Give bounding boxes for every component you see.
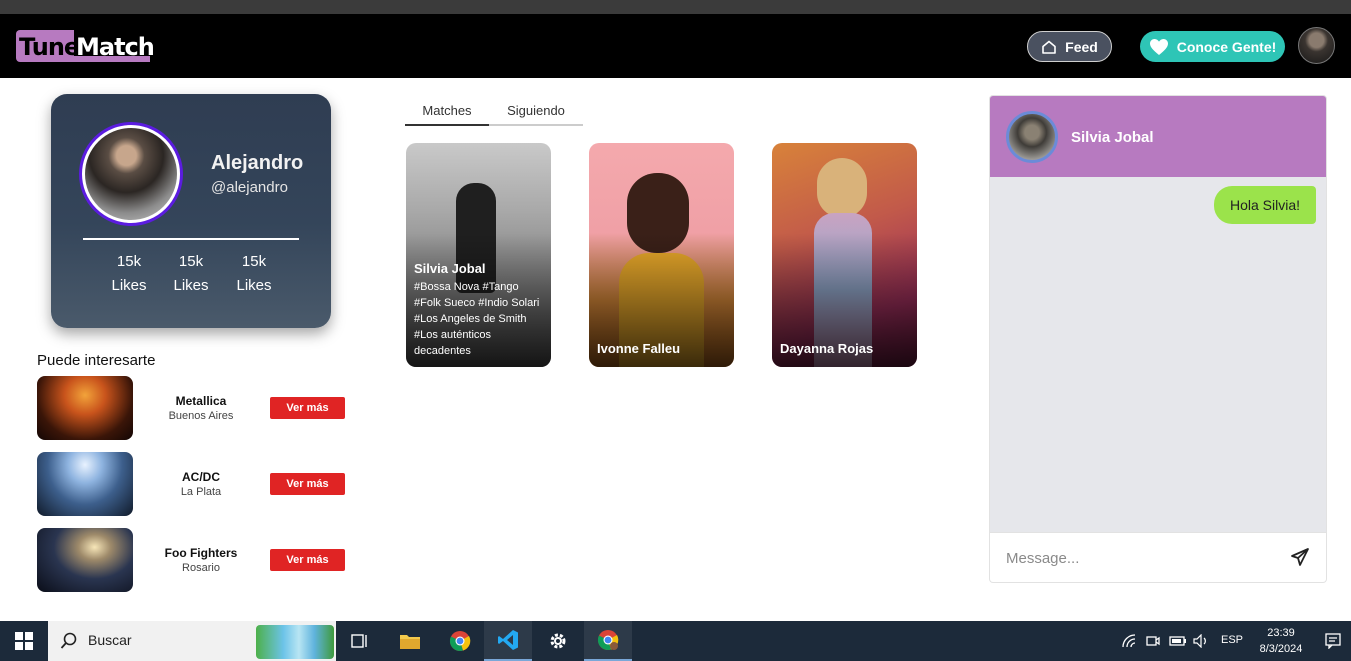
- chrome-icon: [597, 630, 619, 650]
- chrome-button[interactable]: [436, 621, 484, 661]
- chat-contact-avatar[interactable]: [1006, 111, 1058, 163]
- send-icon[interactable]: [1290, 547, 1310, 567]
- heart-icon: [1149, 38, 1168, 55]
- match-name: Dayanna Rojas: [780, 341, 874, 356]
- profile-avatar[interactable]: [79, 122, 183, 226]
- camera-icon[interactable]: [1146, 634, 1160, 648]
- chat-contact-name: Silvia Jobal: [1071, 129, 1154, 146]
- concert-image: [37, 452, 133, 516]
- search-icon: [60, 632, 77, 649]
- ver-mas-button[interactable]: Ver más: [270, 397, 345, 419]
- suggestions-title: Puede interesarte: [37, 352, 156, 369]
- vscode-button[interactable]: [484, 621, 532, 661]
- match-name: Ivonne Falleu: [597, 341, 681, 356]
- profile-name: Alejandro: [211, 152, 304, 174]
- band-name: Foo Fighters: [164, 546, 238, 560]
- task-view-icon: [351, 634, 367, 648]
- chat-input-bar: [990, 532, 1326, 582]
- band-name: Metallica: [175, 394, 227, 408]
- ver-mas-button[interactable]: Ver más: [270, 549, 345, 571]
- chat-message-bubble: Hola Silvia!: [1213, 186, 1316, 224]
- clock-date: 8/3/2024: [1259, 643, 1303, 655]
- suggestion-item: Metallica Buenos Aires Ver más: [37, 376, 347, 440]
- profile-handle: @alejandro: [211, 179, 288, 196]
- logo-text-match: Match: [76, 33, 155, 61]
- stat-likes: 15k Likes: [229, 250, 279, 298]
- match-card[interactable]: Silvia Jobal #Bossa Nova #Tango #Folk Su…: [406, 143, 551, 367]
- suggestion-item: AC/DC La Plata Ver más: [37, 452, 347, 516]
- task-view-button[interactable]: [336, 621, 384, 661]
- chrome-profile-button[interactable]: [584, 621, 632, 661]
- stat-likes: 15k Likes: [104, 250, 154, 298]
- match-tags: #Bossa Nova #Tango #Folk Sueco #Indio So…: [414, 281, 540, 357]
- profile-card: Alejandro @alejandro 15k Likes 15k Likes…: [51, 94, 331, 328]
- band-name: AC/DC: [182, 470, 220, 484]
- stat-label: Likes: [111, 277, 147, 294]
- stat-label: Likes: [173, 277, 209, 294]
- match-card[interactable]: Ivonne Falleu: [589, 143, 734, 367]
- search-highlight-image: [256, 625, 334, 659]
- suggestion-item: Foo Fighters Rosario Ver más: [37, 528, 347, 592]
- chat-panel: Silvia Jobal Hola Silvia!: [989, 95, 1327, 583]
- profile-divider: [83, 238, 299, 240]
- chrome-icon: [449, 631, 471, 651]
- match-tabs: Matches Siguiendo: [405, 96, 583, 126]
- notifications-icon[interactable]: [1325, 633, 1341, 649]
- folder-icon: [400, 635, 420, 649]
- band-city: Buenos Aires: [168, 410, 234, 422]
- tab-matches[interactable]: Matches: [405, 96, 489, 126]
- chat-header: Silvia Jobal: [990, 96, 1326, 177]
- match-card[interactable]: Dayanna Rojas: [772, 143, 917, 367]
- taskbar-clock[interactable]: 23:39 8/3/2024: [1250, 625, 1312, 657]
- band-city: La Plata: [180, 486, 222, 498]
- ver-mas-button[interactable]: Ver más: [270, 473, 345, 495]
- battery-icon[interactable]: [1169, 635, 1187, 647]
- match-name: Silvia Jobal: [414, 261, 486, 276]
- stat-value: 15k: [178, 253, 204, 270]
- volume-icon[interactable]: [1193, 634, 1209, 648]
- windows-taskbar: Buscar ESP 23:39 8/3/2024: [0, 621, 1351, 661]
- file-explorer-button[interactable]: [386, 621, 434, 661]
- taskbar-search[interactable]: Buscar: [48, 621, 336, 661]
- stat-value: 15k: [116, 253, 142, 270]
- stat-likes: 15k Likes: [166, 250, 216, 298]
- conoce-gente-label: Conoce Gente!: [1176, 38, 1277, 55]
- language-indicator[interactable]: ESP: [1221, 634, 1243, 646]
- feed-button[interactable]: Feed: [1027, 31, 1112, 62]
- stat-value: 15k: [241, 253, 267, 270]
- concert-image: [37, 376, 133, 440]
- search-label: Buscar: [88, 632, 132, 648]
- tab-siguiendo[interactable]: Siguiendo: [489, 96, 583, 126]
- windows-start-button[interactable]: [0, 621, 48, 661]
- windows-logo-icon: [15, 632, 33, 650]
- stat-label: Likes: [236, 277, 272, 294]
- app-navbar: Tune Match Feed Conoce Gente!: [0, 14, 1351, 78]
- browser-top-strip: [0, 0, 1351, 14]
- wifi-icon[interactable]: [1122, 634, 1138, 648]
- band-city: Rosario: [182, 562, 220, 574]
- match-photo: [817, 158, 867, 218]
- logo-text-tune: Tune: [19, 33, 80, 61]
- message-input[interactable]: [1006, 546, 1266, 570]
- settings-button[interactable]: [534, 621, 582, 661]
- tunematch-logo[interactable]: Tune Match: [16, 30, 155, 62]
- clock-time: 23:39: [1267, 627, 1295, 639]
- profile-avatar-image: [85, 128, 177, 220]
- gear-icon: [550, 633, 566, 649]
- conoce-gente-button[interactable]: Conoce Gente!: [1140, 31, 1285, 62]
- home-icon: [1042, 40, 1056, 54]
- user-avatar[interactable]: [1298, 27, 1335, 64]
- feed-button-label: Feed: [1065, 38, 1098, 55]
- vscode-icon: [498, 630, 518, 650]
- concert-image: [37, 528, 133, 592]
